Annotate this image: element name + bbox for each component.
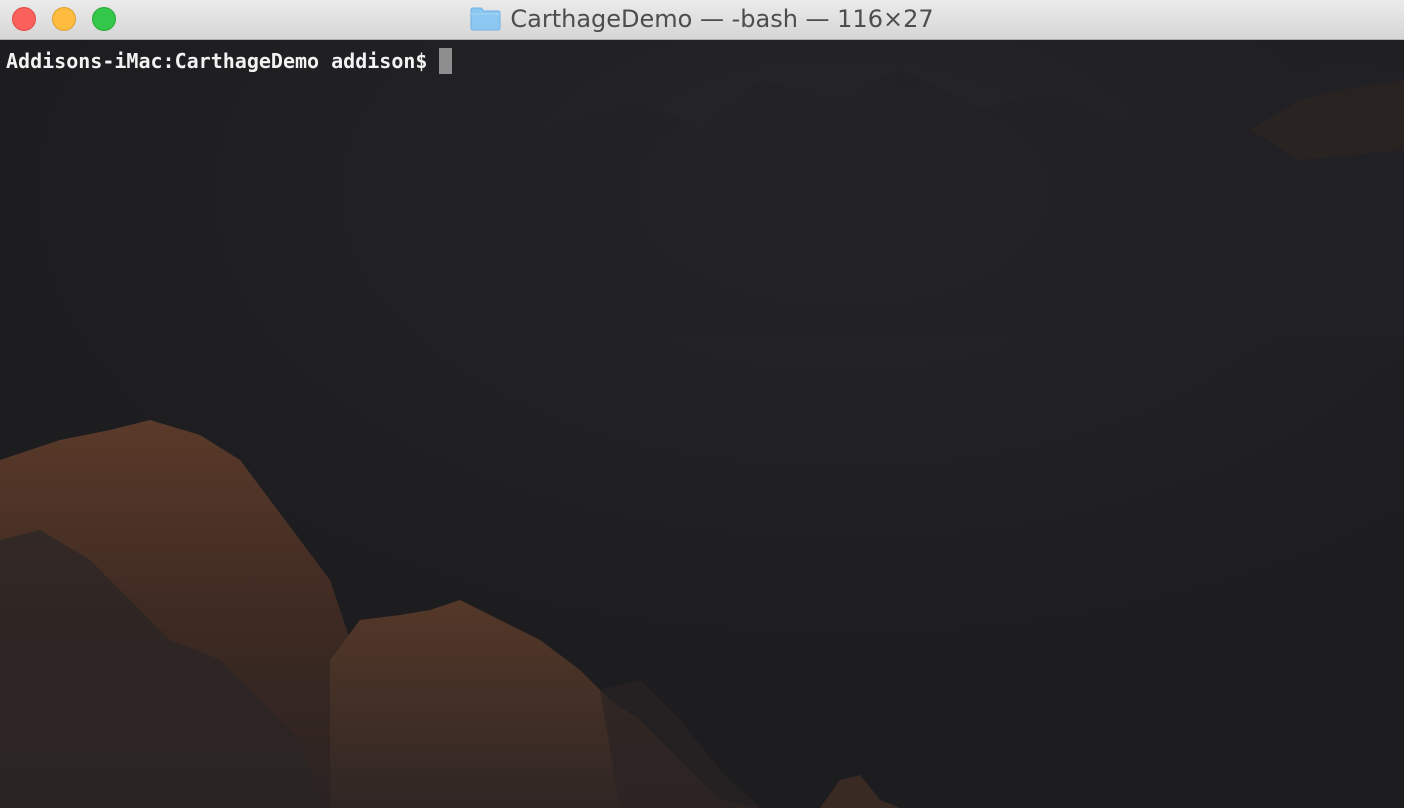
terminal-content[interactable]: Addisons-iMac:CarthageDemo addison$	[0, 40, 1404, 808]
terminal-window: CarthageDemo — -bash — 116×27 Addisons-i…	[0, 0, 1404, 808]
text-cursor	[439, 48, 453, 74]
title-bar[interactable]: CarthageDemo — -bash — 116×27	[0, 0, 1404, 40]
zoom-button[interactable]	[92, 7, 116, 31]
window-title-group: CarthageDemo — -bash — 116×27	[0, 0, 1404, 38]
folder-icon	[470, 7, 501, 31]
prompt-line[interactable]: Addisons-iMac:CarthageDemo addison$	[6, 48, 453, 74]
wallpaper-background	[0, 40, 1404, 808]
close-button[interactable]	[12, 7, 36, 31]
minimize-button[interactable]	[52, 7, 76, 31]
prompt-text: Addisons-iMac:CarthageDemo addison$	[6, 49, 428, 73]
window-title: CarthageDemo — -bash — 116×27	[510, 5, 934, 33]
